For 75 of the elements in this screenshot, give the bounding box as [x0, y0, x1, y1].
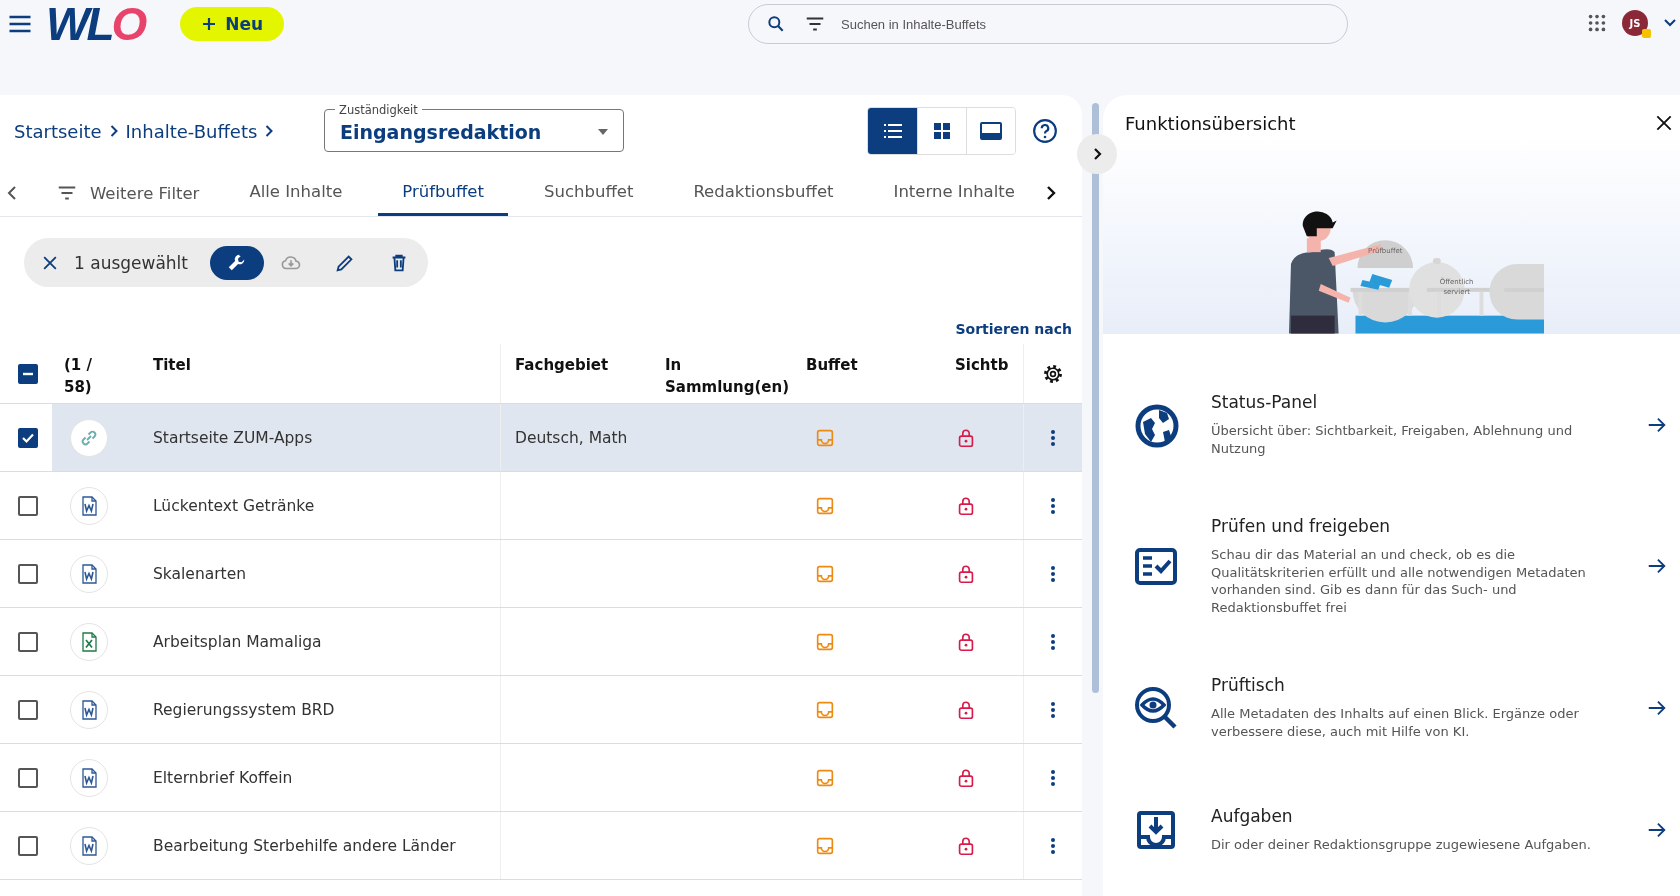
caret-icon [597, 128, 609, 136]
column-header: Buffet [806, 355, 859, 376]
feature-description: Übersicht über: Sichtbarkeit, Freigaben, Ablehnung und Nutzung [1211, 422, 1574, 457]
feature-description: Schau dir das Material an und check, ob es die Qualitätskriterien erfüllt und alle notwendigen Metadaten vorhanden sind. Gib es dann für das Such- und Redaktionsbuffet frei [1211, 546, 1587, 616]
count-header: (1 / 58) [63, 355, 93, 398]
apps-icon[interactable] [1586, 12, 1608, 34]
plus-icon [201, 16, 218, 32]
table-row[interactable]: Regierungssystem BRD [0, 676, 1082, 744]
more-options-icon[interactable] [1050, 427, 1056, 448]
row-checkbox[interactable] [18, 767, 38, 788]
feature-title[interactable]: Prüfen und freigeben [1211, 516, 1646, 536]
preview-view-icon [979, 119, 1003, 143]
panel-title: Funktionsübersicht [1125, 113, 1296, 134]
more-options-icon[interactable] [1050, 835, 1056, 856]
more-options-icon[interactable] [1050, 699, 1056, 720]
help-icon[interactable] [1032, 118, 1058, 144]
table-row[interactable]: Bearbeitung Sterbehilfe andere Länder [0, 812, 1082, 880]
tab[interactable]: Redaktionsbuffet [669, 170, 858, 216]
select-all-checkbox[interactable] [18, 363, 38, 384]
tab[interactable]: Alle Inhalte [225, 170, 367, 216]
chevron-right-icon [265, 125, 274, 137]
table-row[interactable]: Elternbrief Koffein [0, 744, 1082, 812]
search-field[interactable]: Suchen in Inhalte-Buffets [748, 4, 1348, 44]
column-header: In Sammlung(en) [665, 356, 789, 396]
title-cell[interactable]: Regierungssystem BRD [141, 700, 335, 719]
column-header: Sichtb [955, 356, 1009, 374]
tab[interactable]: Prüfbuffet [378, 170, 508, 216]
table-row[interactable]: Arbeitsplan Mamaliga [0, 608, 1082, 676]
feature-title[interactable]: Aufgaben [1211, 806, 1646, 827]
tab[interactable]: Suchbuffet [520, 170, 658, 216]
feature-description: Dir oder deiner Redaktionsgruppe zugewiesene Aufgaben. [1211, 836, 1591, 854]
new-button[interactable]: Neu [180, 7, 285, 41]
logo[interactable]: WLO [46, 2, 145, 46]
row-checkbox[interactable] [18, 699, 38, 720]
more-options-icon[interactable] [1050, 563, 1056, 584]
table-row[interactable]: Lückentext Getränke [0, 472, 1082, 540]
title-cell[interactable]: Lückentext Getränke [141, 496, 315, 515]
column-header: Titel [153, 355, 192, 376]
eye-magnifier-icon [1133, 684, 1179, 731]
close-icon[interactable] [1654, 113, 1674, 133]
table-row[interactable]: Startseite ZUM-Apps Deutsch, Math [0, 404, 1082, 472]
search-icon[interactable] [766, 14, 786, 34]
view-toggle[interactable] [966, 108, 1015, 154]
tab[interactable]: Interne Inhalte [869, 170, 1039, 216]
subject-cell-text: Deutsch, Math [514, 428, 628, 447]
title-cell[interactable]: Elternbrief Koffein [141, 768, 293, 787]
title-cell[interactable]: Startseite ZUM-Apps [141, 428, 313, 447]
more-options-icon[interactable] [1050, 767, 1056, 788]
row-checkbox[interactable] [18, 631, 38, 652]
settings-icon[interactable] [1042, 362, 1064, 385]
more-options-icon[interactable] [1050, 631, 1056, 652]
row-checkbox[interactable] [18, 563, 38, 584]
table-row[interactable]: Skalenarten [0, 540, 1082, 608]
filter-button[interactable]: Weitere Filter [56, 170, 214, 216]
breadcrumb-link[interactable]: Startseite [14, 120, 102, 142]
selection-count: 1 ausgewählt [74, 252, 188, 273]
title-cell[interactable]: Bearbeitung Sterbehilfe andere Länder [141, 836, 456, 855]
feature-title[interactable]: Status-Panel [1211, 392, 1646, 412]
row-checkbox[interactable] [18, 835, 38, 856]
feature-title[interactable]: Prüftisch [1211, 675, 1646, 695]
row-checkbox[interactable] [18, 427, 38, 448]
responsibility-dropdown[interactable]: Zuständigkeit Eingangsredaktion [324, 103, 624, 152]
title-cell[interactable]: Skalenarten [141, 564, 246, 583]
sort-link[interactable]: Sortieren nach [955, 321, 1072, 341]
feature-description: Alle Metadaten des Inhalts auf einen Blick. Ergänze oder verbessere diese, auch mit Hilfe von KI. [1211, 705, 1580, 740]
view-toggle[interactable] [868, 108, 917, 154]
title-cell[interactable]: Arbeitsplan Mamaliga [141, 632, 322, 651]
chevron-right-icon [109, 125, 118, 137]
avatar[interactable]: JS [1622, 10, 1648, 36]
breadcrumb-link[interactable]: Inhalte-Buffets [125, 120, 258, 142]
scrollbar-thumb[interactable] [1092, 103, 1099, 693]
column-header: Fachgebiet [500, 344, 650, 403]
action-button[interactable] [210, 245, 264, 280]
row-checkbox[interactable] [18, 495, 38, 516]
more-options-icon[interactable] [1050, 495, 1056, 516]
